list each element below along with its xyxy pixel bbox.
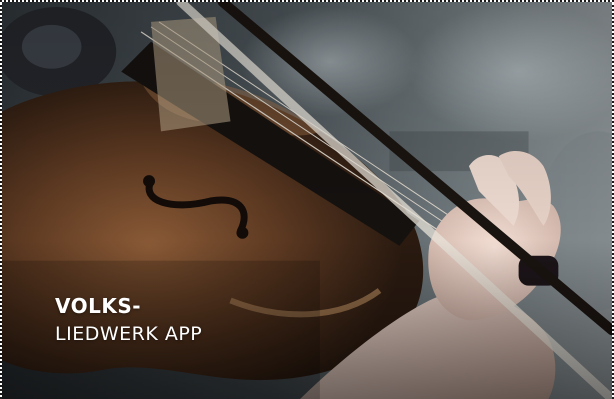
app-title-line2: LIEDWERK APP — [55, 323, 203, 345]
app-title-line1: VOLKS- — [55, 294, 142, 318]
app-title: VOLKS- LIEDWERK APP — [55, 292, 202, 348]
app-banner-card: VOLKS- LIEDWERK APP — [0, 0, 614, 399]
